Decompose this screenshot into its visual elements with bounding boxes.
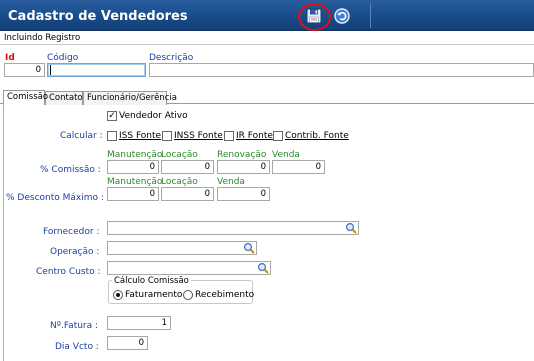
ir-fonte-checkbox[interactable] [224,131,234,141]
comissao-col-venda: Venda [272,150,300,160]
magnifier-icon [243,242,255,254]
desconto-manutencao-field[interactable]: 0 [107,187,159,201]
comissao-col-manutencao: Manutenção [107,150,163,160]
id-label: Id [5,53,15,63]
iss-fonte-label: ISS Fonte [119,131,162,141]
operacao-lookup-button[interactable] [243,242,255,254]
comissao-col-renovacao: Renovação [217,150,267,160]
save-button[interactable] [306,8,322,24]
operacao-field[interactable] [107,241,257,255]
faturamento-label: Faturamento [125,290,183,300]
tab-contato[interactable]: Contato [45,91,83,105]
tab-comissao[interactable]: Comissão [3,90,48,105]
desconto-col-venda: Venda [217,177,245,187]
operacao-label: Operação : [50,247,100,257]
ir-fonte-label: IR Fonte [236,131,273,141]
status-text: Incluindo Registro [4,33,81,43]
descricao-label: Descrição [149,53,194,63]
vendedor-ativo-checkbox[interactable]: ✓ [107,111,117,121]
contrib-fonte-label: Contrib. Fonte [285,131,349,141]
tab-funcionario-gerencia[interactable]: Funcionário/Gerência [83,91,177,105]
calculo-comissao-legend: Cálculo Comissão [112,276,191,286]
desconto-col-locacao: Locação [161,177,198,187]
undo-button[interactable] [334,8,350,24]
inss-fonte-checkbox[interactable] [162,131,172,141]
comissao-label: % Comissão : [40,165,101,175]
comissao-manutencao-field[interactable]: 0 [107,160,159,174]
undo-arrow-icon [334,8,350,24]
centro-custo-field[interactable] [107,261,271,275]
id-field[interactable]: 0 [4,63,45,77]
fornecedor-field[interactable] [107,221,359,235]
fornecedor-label: Fornecedor : [43,227,100,237]
comissao-renovacao-field[interactable]: 0 [217,160,270,174]
contrib-fonte-checkbox[interactable] [273,131,283,141]
vendedor-ativo-label: Vendedor Ativo [119,111,188,121]
dia-vcto-label: Dia Vcto : [55,342,99,352]
text-cursor [50,65,51,75]
faturamento-radio[interactable] [113,290,123,300]
window-title: Cadastro de Vendedores [8,9,188,24]
iss-fonte-checkbox[interactable] [107,131,117,141]
nr-fatura-field[interactable]: 1 [107,316,171,330]
centro-custo-label: Centro Custo : [36,267,101,277]
recebimento-label: Recebimento [195,290,255,300]
dia-vcto-field[interactable]: 0 [107,336,148,350]
desconto-col-manutencao: Manutenção [107,177,163,187]
codigo-label: Código [47,53,79,63]
fornecedor-lookup-button[interactable] [345,222,357,234]
calcular-label: Calcular : [60,131,103,141]
desconto-maximo-label: % Desconto Máximo : [6,193,104,203]
comissao-col-locacao: Locação [161,150,198,160]
comissao-locacao-field[interactable]: 0 [161,160,214,174]
recebimento-radio[interactable] [183,290,193,300]
magnifier-icon [257,262,269,274]
floppy-disk-icon [306,8,322,24]
comissao-venda-field[interactable]: 0 [272,160,325,174]
title-bar: Cadastro de Vendedores [0,0,534,31]
nr-fatura-label: Nº.Fatura : [50,321,99,331]
centro-custo-lookup-button[interactable] [257,262,269,274]
inss-fonte-label: INSS Fonte [174,131,223,141]
descricao-field[interactable] [149,63,534,77]
desconto-locacao-field[interactable]: 0 [161,187,214,201]
title-bar-separator [370,3,371,28]
desconto-venda-field[interactable]: 0 [217,187,270,201]
magnifier-icon [345,222,357,234]
codigo-field[interactable] [47,63,146,77]
